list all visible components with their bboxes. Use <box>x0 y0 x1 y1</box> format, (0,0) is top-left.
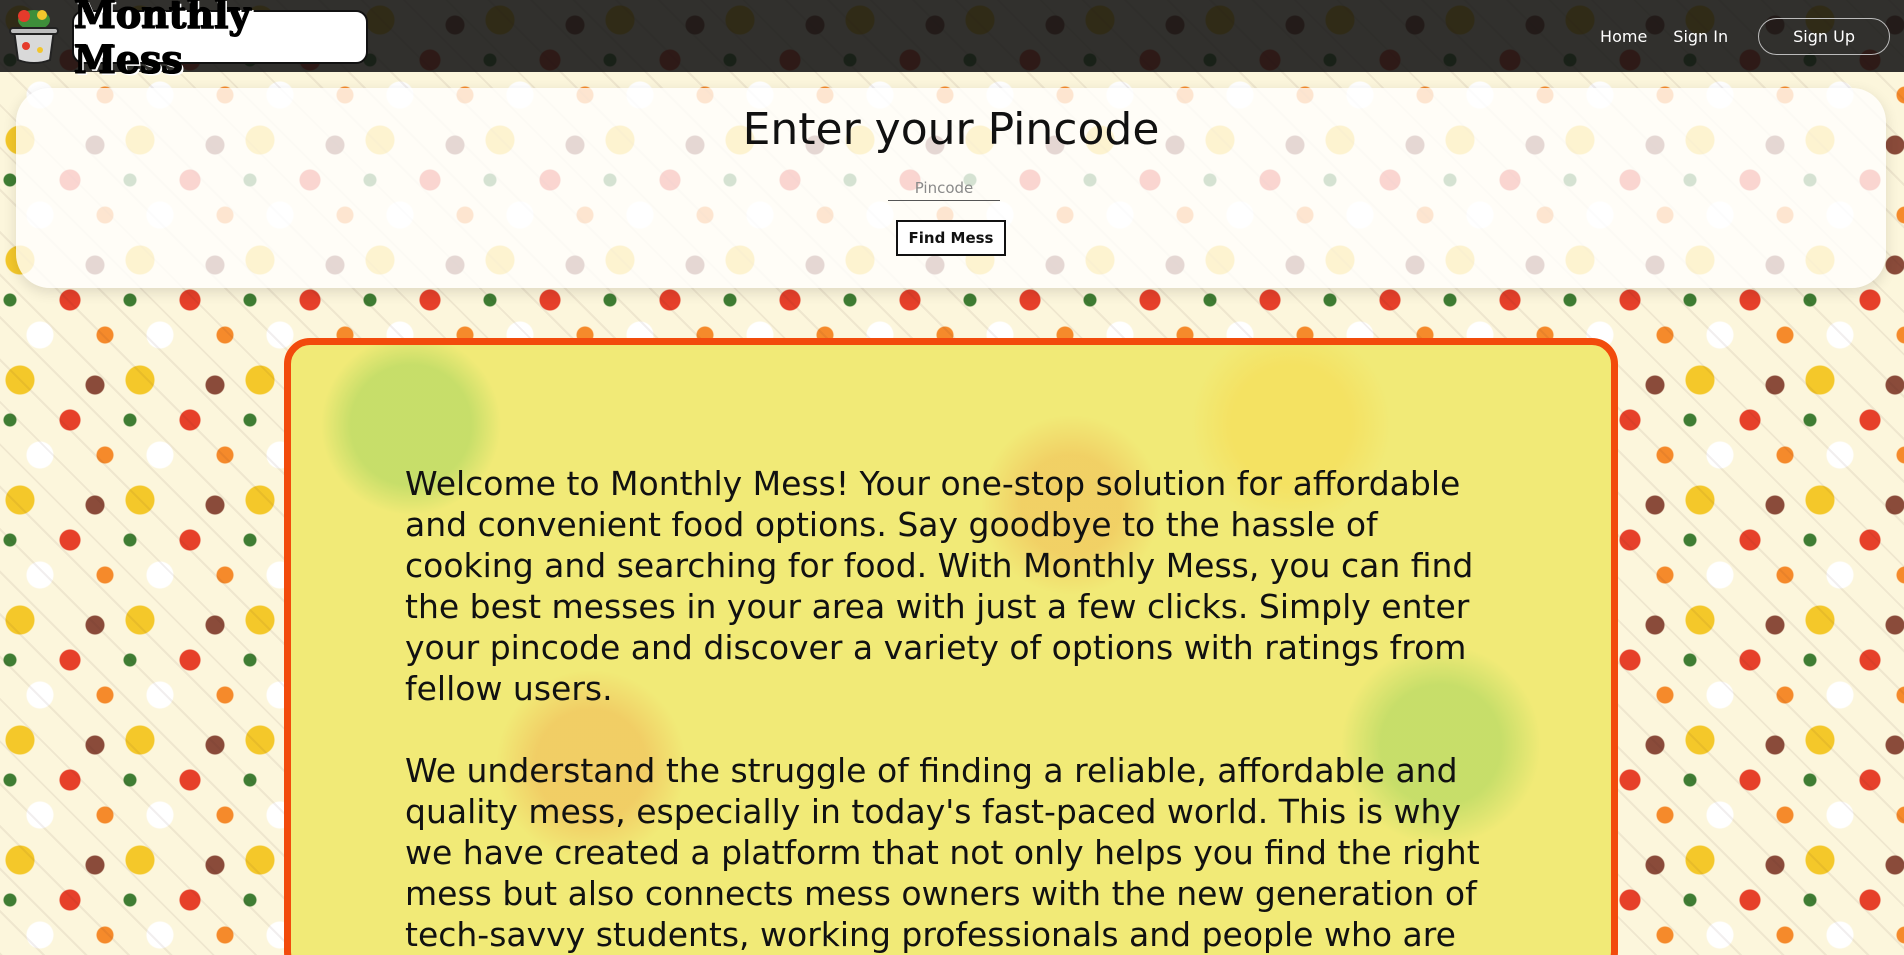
nav-home-link[interactable]: Home <box>1600 27 1647 46</box>
find-mess-button[interactable]: Find Mess <box>896 220 1006 256</box>
nav-links: Home Sign In Sign Up <box>1574 16 1890 56</box>
navbar: Monthly Mess Home Sign In Sign Up <box>0 0 1904 83</box>
pincode-input[interactable] <box>888 176 1000 201</box>
nav-signin-link[interactable]: Sign In <box>1673 27 1728 46</box>
welcome-paragraph-2: We understand the struggle of finding a … <box>405 751 1480 954</box>
signup-button[interactable]: Sign Up <box>1758 17 1890 55</box>
brand-title: Monthly Mess <box>74 0 252 83</box>
pincode-title: Enter your Pincode <box>742 104 1160 155</box>
cooking-pot-icon <box>9 10 59 64</box>
welcome-card: Welcome to Monthly Mess! Your one-stop s… <box>284 338 1618 955</box>
brand-logo[interactable]: Monthly Mess <box>72 0 368 83</box>
welcome-text: Welcome to Monthly Mess! Your one-stop s… <box>405 463 1505 955</box>
welcome-paragraph-1: Welcome to Monthly Mess! Your one-stop s… <box>405 464 1474 708</box>
